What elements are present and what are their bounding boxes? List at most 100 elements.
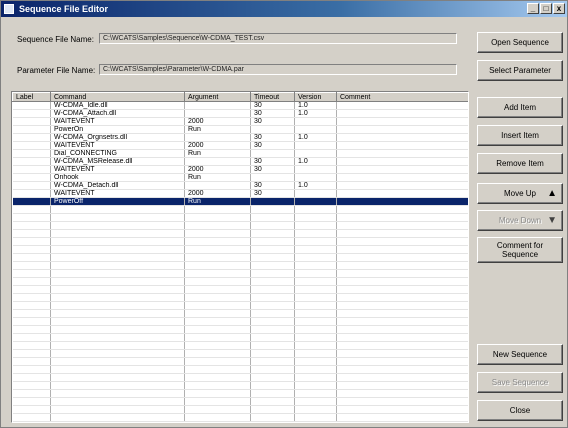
cell-command[interactable]: PowerOn [50,125,185,134]
cell-timeout[interactable] [250,277,295,286]
table-row[interactable]: W-CDMA_Detach.dll 30 1.0 [12,181,468,190]
cell-command[interactable] [50,309,185,318]
cell-version[interactable] [294,381,337,390]
cell-argument[interactable] [184,269,251,278]
cell-argument[interactable] [184,277,251,286]
cell-label[interactable] [12,357,51,366]
cell-argument[interactable] [184,229,251,238]
cell-argument[interactable] [184,309,251,318]
cell-timeout[interactable] [250,253,295,262]
table-row[interactable] [12,237,468,246]
cell-label[interactable] [12,229,51,238]
cell-timeout[interactable] [250,237,295,246]
cell-version[interactable] [294,405,337,414]
cell-argument[interactable]: 2000 [184,141,251,150]
cell-argument[interactable] [184,221,251,230]
cell-command[interactable] [50,285,185,294]
cell-command[interactable]: W-CDMA_Detach.dll [50,181,185,190]
cell-timeout[interactable] [250,205,295,214]
cell-comment[interactable] [336,309,468,318]
cell-comment[interactable] [336,181,468,190]
cell-timeout[interactable] [250,221,295,230]
cell-label[interactable] [12,149,51,158]
table-row[interactable]: W-CDMA_Attach.dll 30 1.0 [12,109,468,118]
cell-label[interactable] [12,133,51,142]
table-row[interactable] [12,333,468,342]
cell-comment[interactable] [336,221,468,230]
cell-command[interactable] [50,341,185,350]
cell-timeout[interactable]: 30 [250,141,295,150]
column-header-command[interactable]: Command [50,92,185,102]
cell-version[interactable] [294,269,337,278]
cell-argument[interactable] [184,357,251,366]
title-bar[interactable]: Sequence File Editor _ □ x [1,1,567,17]
cell-command[interactable] [50,269,185,278]
insert-item-button[interactable]: Insert Item [477,125,563,146]
cell-command[interactable] [50,373,185,382]
cell-version[interactable]: 1.0 [294,133,337,142]
table-row[interactable] [12,381,468,390]
table-row[interactable] [12,261,468,270]
cell-label[interactable] [12,173,51,182]
cell-command[interactable] [50,349,185,358]
cell-argument[interactable] [184,381,251,390]
cell-command[interactable]: W-CDMA_Idle.dll [50,101,185,110]
cell-argument[interactable]: Run [184,173,251,182]
cell-timeout[interactable]: 30 [250,101,295,110]
cell-argument[interactable] [184,157,251,166]
cell-label[interactable] [12,277,51,286]
cell-argument[interactable] [184,397,251,406]
cell-command[interactable] [50,221,185,230]
cell-version[interactable] [294,301,337,310]
cell-timeout[interactable] [250,357,295,366]
cell-version[interactable] [294,285,337,294]
move-down-button[interactable]: Move Down ▼ [477,210,563,231]
cell-label[interactable] [12,245,51,254]
column-header-comment[interactable]: Comment [336,92,468,102]
cell-label[interactable] [12,117,51,126]
table-row[interactable] [12,341,468,350]
cell-comment[interactable] [336,373,468,382]
cell-version[interactable] [294,197,337,206]
cell-argument[interactable] [184,213,251,222]
comment-for-sequence-button[interactable]: Comment for Sequence [477,237,563,263]
table-row[interactable]: Dial_CONNECTING Run [12,149,468,158]
table-row[interactable] [12,325,468,334]
cell-comment[interactable] [336,189,468,198]
cell-version[interactable] [294,277,337,286]
table-row[interactable] [12,301,468,310]
table-row[interactable] [12,285,468,294]
cell-timeout[interactable] [250,197,295,206]
parameter-file-field[interactable]: C:\WCATS\Samples\Parameter\W-CDMA.par [99,64,457,75]
cell-label[interactable] [12,381,51,390]
cell-argument[interactable] [184,101,251,110]
cell-label[interactable] [12,221,51,230]
cell-comment[interactable] [336,333,468,342]
minimize-button[interactable]: _ [527,3,539,14]
cell-timeout[interactable]: 30 [250,165,295,174]
sequence-file-field[interactable]: C:\WCATS\Samples\Sequence\W-CDMA_TEST.cs… [99,33,457,44]
cell-label[interactable] [12,333,51,342]
cell-argument[interactable] [184,109,251,118]
cell-version[interactable]: 1.0 [294,181,337,190]
table-row[interactable] [12,245,468,254]
cell-command[interactable] [50,357,185,366]
close-window-button[interactable]: x [553,3,565,14]
cell-timeout[interactable] [250,325,295,334]
cell-label[interactable] [12,389,51,398]
cell-label[interactable] [12,213,51,222]
cell-version[interactable] [294,173,337,182]
cell-argument[interactable] [184,333,251,342]
cell-label[interactable] [12,301,51,310]
cell-timeout[interactable] [250,125,295,134]
table-row[interactable] [12,221,468,230]
column-header-label[interactable]: Label [12,92,51,102]
cell-command[interactable] [50,213,185,222]
cell-version[interactable]: 1.0 [294,101,337,110]
table-row[interactable] [12,309,468,318]
save-sequence-button[interactable]: Save Sequence [477,372,563,393]
table-row[interactable] [12,357,468,366]
cell-argument[interactable] [184,389,251,398]
cell-command[interactable]: Onhook [50,173,185,182]
cell-command[interactable] [50,205,185,214]
